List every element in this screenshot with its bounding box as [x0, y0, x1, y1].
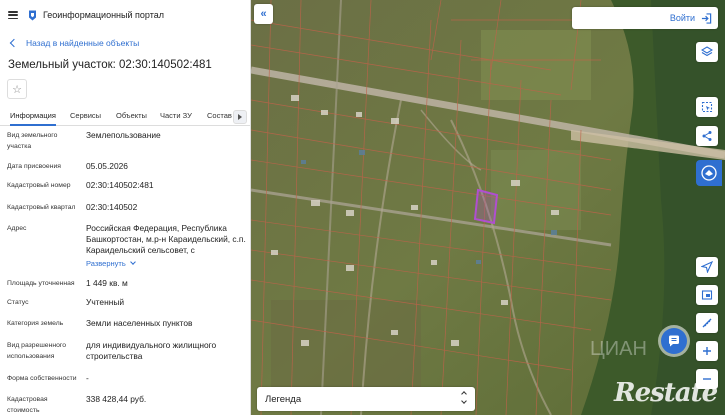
legend-label: Легенда	[265, 393, 302, 405]
select-arrows-icon	[461, 391, 467, 404]
navigation-arrow-icon	[701, 261, 713, 273]
field-value: Российская Федерация, Республика Башкорт…	[86, 223, 246, 255]
field-label: Вид земельного участка	[7, 132, 58, 150]
map-type-button[interactable]	[696, 285, 718, 305]
field-label: Кадастровый номер	[7, 182, 71, 189]
field-value: 02:30:140502	[86, 202, 138, 212]
cian-watermark: ЦИАН	[590, 338, 647, 360]
favorite-button[interactable]: ☆	[7, 79, 27, 99]
field-label: Площадь уточненная	[7, 280, 75, 287]
my-location-button[interactable]	[696, 257, 718, 277]
field-value: для индивидуального жилищного строительс…	[86, 340, 217, 361]
share-icon	[702, 131, 712, 141]
field-value: -	[86, 373, 89, 383]
back-link-label: Назад в найденные объекты	[26, 38, 140, 48]
field-value: 338 428,44 руб.	[86, 394, 147, 404]
portal-logo-icon	[28, 10, 37, 21]
field-label: Кадастровый квартал	[7, 204, 76, 211]
top-bar: Геоинформационный портал	[0, 0, 250, 30]
layers-button[interactable]	[696, 42, 718, 62]
chevron-left-icon	[9, 38, 19, 48]
menu-icon[interactable]	[8, 11, 18, 19]
expand-link-label: Развернуть	[86, 259, 126, 268]
app-logo-icon	[701, 165, 717, 181]
field-label: Вид разрешенного использования	[7, 342, 66, 360]
tab-information[interactable]: Информация	[10, 108, 56, 126]
field-value: Учтенный	[86, 297, 125, 307]
back-link[interactable]: Назад в найденные объекты	[0, 30, 250, 56]
field-value: 05.05.2026	[86, 161, 128, 171]
app-title: Геоинформационный портал	[43, 10, 164, 20]
field-label: Дата присвоения	[7, 163, 61, 170]
field-label: Категория земель	[7, 320, 64, 327]
chevron-down-icon	[129, 259, 136, 265]
object-panel: Геоинформационный портал Назад в найденн…	[0, 0, 251, 415]
tab-bar: Информация Сервисы Объекты Части ЗУ Сост…	[0, 108, 250, 126]
tab-services[interactable]: Сервисы	[70, 108, 101, 126]
share-button[interactable]	[696, 126, 718, 146]
field-label: Статус	[7, 299, 29, 306]
restate-watermark: Restate	[614, 378, 718, 408]
triangle-right-icon	[238, 114, 242, 120]
chat-button[interactable]	[661, 328, 687, 354]
login-icon	[701, 12, 712, 24]
field-label: Кадастровая стоимость	[7, 396, 48, 414]
mobile-app-button[interactable]	[696, 160, 722, 186]
chat-bubble-icon	[669, 335, 679, 347]
field-value: Землепользование	[86, 130, 161, 140]
star-icon: ☆	[12, 83, 22, 96]
expand-link[interactable]: Развернуть	[86, 259, 136, 268]
tab-parts[interactable]: Части ЗУ	[160, 108, 192, 126]
field-value: 1 449 кв. м	[86, 278, 128, 288]
zoom-in-button[interactable]	[696, 341, 718, 361]
map-view[interactable]	[251, 0, 725, 415]
select-area-button[interactable]	[696, 97, 718, 117]
field-label: Форма собственности	[7, 375, 77, 382]
tab-composition[interactable]: Состав	[207, 108, 232, 126]
double-chevron-left-icon: «	[260, 8, 267, 20]
measure-button[interactable]	[696, 313, 718, 333]
legend-select[interactable]: Легенда	[257, 387, 475, 411]
map-frame-icon	[701, 290, 713, 300]
tab-objects[interactable]: Объекты	[116, 108, 147, 126]
collapse-panel-button[interactable]: «	[254, 4, 273, 24]
tabs-scroll-right-button[interactable]	[233, 110, 247, 124]
layers-icon	[701, 46, 713, 57]
field-label: Адрес	[7, 225, 27, 232]
login-label: Войти	[669, 13, 695, 23]
field-value: 02:30:140502:481	[86, 180, 154, 190]
ruler-icon	[702, 318, 712, 328]
plus-icon	[703, 347, 711, 355]
page-title: Земельный участок: 02:30:140502:481	[8, 59, 212, 71]
field-value: Земли населенных пунктов	[86, 318, 193, 328]
select-area-icon	[701, 101, 713, 113]
satellite-map-image	[251, 0, 725, 415]
login-button[interactable]: Войти	[572, 7, 718, 29]
